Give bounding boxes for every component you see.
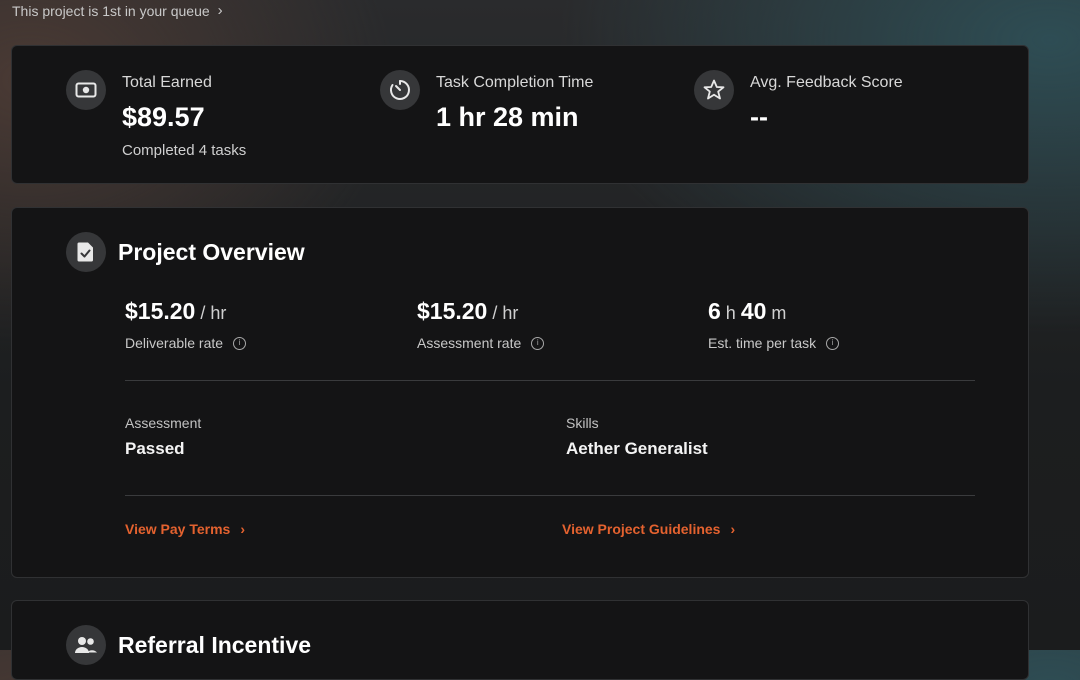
skills-field: Skills Aether Generalist	[566, 415, 708, 459]
stat-value: $89.57	[122, 102, 205, 132]
stats-card: Total Earned $89.57 Completed 4 tasks Ta…	[11, 45, 1029, 184]
rate-amount: $15.20	[125, 298, 196, 324]
chevron-right-icon: ›	[240, 521, 245, 537]
link-label: View Project Guidelines	[562, 521, 721, 537]
document-check-icon	[66, 232, 106, 272]
rate-unit: / hr	[487, 303, 519, 323]
stat-value: 1 hr 28 min	[436, 102, 579, 132]
field-value: Passed	[125, 439, 185, 458]
project-overview-header: Project Overview	[66, 232, 305, 272]
people-icon	[66, 625, 106, 665]
chevron-right-icon: ›	[217, 2, 223, 19]
info-icon[interactable]: i	[826, 336, 840, 350]
field-key: Assessment	[125, 415, 202, 431]
divider	[125, 380, 975, 381]
section-title: Project Overview	[118, 238, 305, 265]
rate-label: Assessment rate	[417, 335, 522, 351]
stat-label: Avg. Feedback Score	[750, 74, 903, 91]
stat-label: Total Earned	[122, 74, 212, 91]
queue-banner[interactable]: This project is 1st in your queue ›	[12, 2, 223, 19]
info-icon[interactable]: i	[233, 336, 247, 350]
star-icon	[694, 70, 734, 110]
money-icon	[66, 70, 106, 110]
rate-unit: / hr	[195, 303, 227, 323]
assessment-field: Assessment Passed	[125, 415, 201, 459]
minutes-unit: m	[766, 303, 787, 323]
rate-amount: $15.20	[417, 298, 488, 324]
minutes-value: 40	[740, 298, 767, 324]
rate-label: Deliverable rate	[125, 335, 224, 351]
field-value: Aether Generalist	[566, 439, 708, 458]
queue-banner-text: This project is 1st in your queue	[12, 2, 210, 19]
view-project-guidelines-link[interactable]: View Project Guidelines ›	[562, 521, 735, 537]
assessment-rate: $15.20 / hr Assessment rate i	[417, 298, 545, 351]
est-time-label: Est. time per task	[708, 335, 817, 351]
view-pay-terms-link[interactable]: View Pay Terms ›	[125, 521, 245, 537]
stat-label: Task Completion Time	[436, 74, 594, 91]
referral-incentive-card: Referral Incentive	[11, 600, 1029, 680]
chevron-right-icon: ›	[730, 521, 736, 537]
stat-value: --	[750, 102, 768, 132]
referral-header: Referral Incentive	[66, 625, 311, 665]
divider	[125, 495, 975, 496]
project-overview-card: Project Overview $15.20 / hr Deliverable…	[11, 207, 1029, 578]
hours-unit: h	[720, 303, 741, 323]
link-label: View Pay Terms	[125, 521, 231, 537]
field-key: Skills	[566, 415, 599, 431]
hours-value: 6	[708, 298, 721, 324]
timer-icon	[380, 70, 420, 110]
section-title: Referral Incentive	[118, 631, 312, 658]
deliverable-rate: $15.20 / hr Deliverable rate i	[125, 298, 247, 351]
info-icon[interactable]: i	[531, 336, 545, 350]
est-time-per-task: 6 h 40 m Est. time per task i	[708, 298, 840, 351]
stat-subtext: Completed 4 tasks	[122, 142, 247, 159]
